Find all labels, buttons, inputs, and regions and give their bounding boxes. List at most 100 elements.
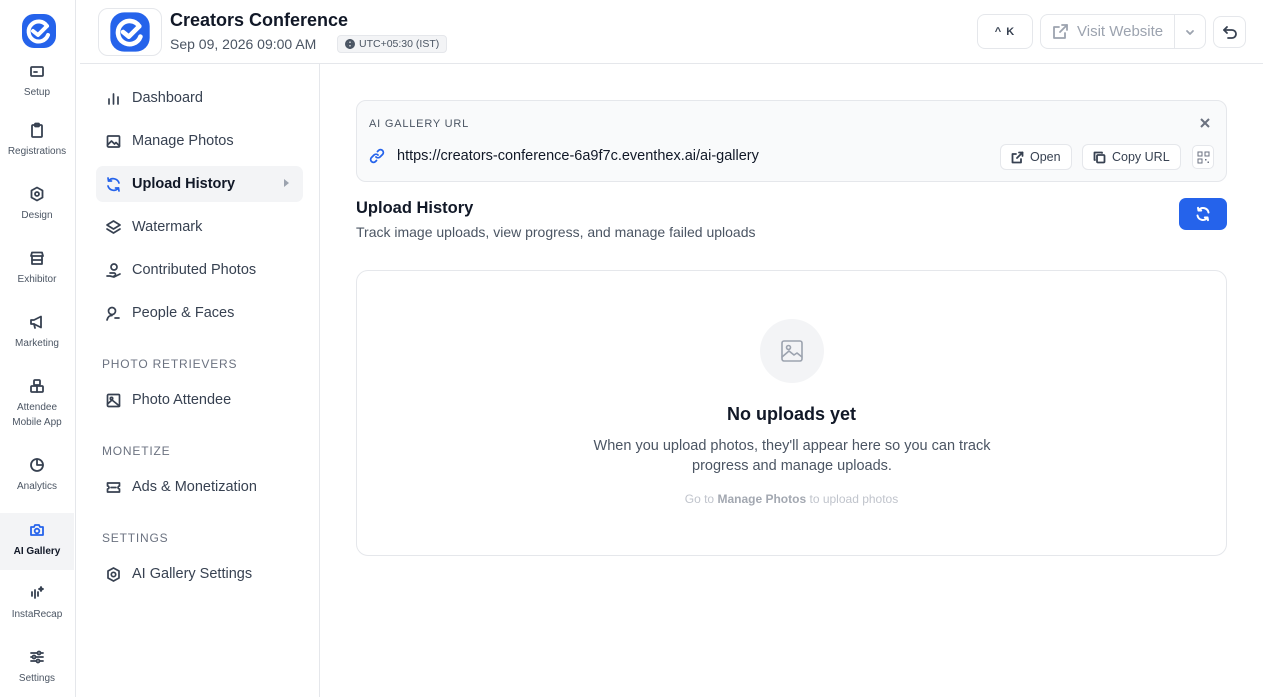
- copy-url-button[interactable]: Copy URL: [1082, 144, 1181, 170]
- gallery-sidebar: Dashboard Manage Photos Upload History W…: [80, 64, 320, 697]
- rail-label: Registrations: [7, 146, 67, 157]
- ticket-icon: [106, 481, 121, 493]
- link-icon: [369, 148, 385, 164]
- ai-gallery-url-card: AI GALLERY URL https://creators-conferen…: [356, 100, 1227, 182]
- open-url-button[interactable]: Open: [1000, 144, 1072, 170]
- app-logo-icon[interactable]: [20, 12, 58, 50]
- sidebar-item-label: AI Gallery Settings: [132, 566, 253, 582]
- undo-icon: [1222, 26, 1237, 39]
- command-palette-button[interactable]: ^ K: [977, 14, 1033, 49]
- visit-website-button[interactable]: Visit Website: [1041, 15, 1175, 48]
- sidebar-item-photo-attendee[interactable]: Photo Attendee: [96, 382, 303, 418]
- sidebar-item-people-faces[interactable]: People & Faces: [96, 295, 303, 331]
- rail-item-marketing[interactable]: Marketing: [0, 313, 74, 351]
- uploads-empty-state: No uploads yet When you upload photos, t…: [356, 270, 1227, 556]
- sidebar-item-watermark[interactable]: Watermark: [96, 209, 303, 245]
- copy-url-label: Copy URL: [1112, 150, 1170, 164]
- section-photo-retrievers: PHOTO RETRIEVERS: [102, 357, 238, 371]
- rail-label: InstaRecap: [11, 609, 63, 620]
- sidebar-item-label: Upload History: [132, 176, 236, 192]
- rail-label: Design: [21, 210, 53, 221]
- rail-item-design[interactable]: Design: [0, 185, 74, 223]
- timezone-badge: UTC+05:30 (IST): [337, 35, 448, 53]
- empty-state-description: When you upload photos, they'll appear h…: [593, 438, 991, 474]
- section-settings: SETTINGS: [102, 531, 169, 545]
- qr-code-button[interactable]: [1192, 145, 1214, 169]
- rail-label: Attendee Mobile App: [12, 402, 62, 428]
- rail-item-analytics[interactable]: Analytics: [0, 456, 74, 494]
- sidebar-item-label: People & Faces: [132, 305, 235, 321]
- visit-website-label: Visit Website: [1077, 23, 1164, 40]
- visit-website-dropdown[interactable]: [1175, 15, 1205, 48]
- top-header: Creators Conference Sep 09, 2026 09:00 A…: [80, 0, 1263, 64]
- hand-icon: [106, 262, 121, 278]
- sidebar-item-label: Manage Photos: [132, 133, 234, 149]
- sidebar-item-manage-photos[interactable]: Manage Photos: [96, 123, 303, 159]
- chevron-down-icon: [1186, 29, 1194, 35]
- undo-button[interactable]: [1213, 16, 1246, 48]
- refresh-icon: [1196, 206, 1210, 222]
- sidebar-item-contributed-photos[interactable]: Contributed Photos: [96, 252, 303, 288]
- gear-icon: [107, 566, 120, 582]
- image-icon: [106, 134, 121, 148]
- sidebar-item-label: Contributed Photos: [132, 262, 257, 278]
- empty-state-title: No uploads yet: [726, 404, 856, 424]
- copy-icon: [1093, 151, 1106, 163]
- close-icon[interactable]: [1196, 114, 1214, 132]
- sidebar-item-ads-monetization[interactable]: Ads & Monetization: [96, 469, 303, 505]
- globe-icon: [345, 39, 355, 49]
- event-title: Creators Conference: [170, 10, 349, 30]
- sliders-icon: [28, 648, 46, 666]
- empty-state-hint: Go to Manage Photos to upload photos: [684, 492, 899, 506]
- rail-item-registrations[interactable]: Registrations: [0, 121, 74, 159]
- rail-label: Analytics: [16, 481, 57, 492]
- rail-label: Exhibitor: [17, 274, 57, 285]
- rail-item-attendee-mobile-app[interactable]: Attendee Mobile App: [0, 377, 74, 430]
- refresh-button[interactable]: [1179, 198, 1227, 230]
- manage-photos-link[interactable]: Manage Photos: [717, 492, 806, 506]
- rail-label: Marketing: [15, 338, 59, 349]
- open-url-label: Open: [1030, 150, 1061, 164]
- rail-item-instarecap[interactable]: InstaRecap: [0, 584, 74, 622]
- bar-chart-icon: [108, 92, 119, 105]
- timezone-label: UTC+05:30 (IST): [359, 38, 440, 50]
- pie-chart-icon: [28, 456, 46, 474]
- sidebar-item-dashboard[interactable]: Dashboard: [96, 80, 303, 116]
- rail-item-ai-gallery[interactable]: AI Gallery: [0, 513, 74, 570]
- app-icon: [28, 377, 46, 395]
- section-monetize: MONETIZE: [102, 444, 171, 458]
- rail-label: Setup: [23, 87, 51, 98]
- caret-right-icon: [284, 179, 289, 187]
- gallery-url[interactable]: https://creators-conference-6a9f7c.event…: [397, 148, 759, 164]
- sidebar-item-label: Watermark: [132, 219, 203, 235]
- person-search-icon: [106, 306, 120, 321]
- rail-label: AI Gallery: [13, 546, 61, 557]
- qr-code-icon: [1197, 151, 1209, 163]
- rail-label: Settings: [18, 673, 56, 684]
- sidebar-item-upload-history[interactable]: Upload History: [96, 166, 303, 202]
- megaphone-icon: [28, 313, 46, 331]
- event-date: Sep 09, 2026 09:00 AM: [170, 36, 317, 52]
- design-icon: [28, 185, 46, 203]
- rail-item-settings[interactable]: Settings: [0, 648, 74, 686]
- store-icon: [28, 249, 46, 267]
- external-link-icon: [1053, 24, 1068, 39]
- ai-gallery-url-label: AI GALLERY URL: [369, 118, 470, 130]
- rail-item-setup[interactable]: Setup: [0, 62, 74, 100]
- sidebar-item-label: Dashboard: [132, 90, 203, 106]
- gallery-url-row: https://creators-conference-6a9f7c.event…: [369, 148, 759, 164]
- refresh-icon: [107, 176, 120, 192]
- camera-icon: [28, 521, 46, 539]
- image-frame-icon: [106, 393, 121, 407]
- setup-icon: [28, 62, 46, 80]
- sparkle-audio-icon: [28, 584, 46, 602]
- rail-item-exhibitor[interactable]: Exhibitor: [0, 249, 74, 287]
- page-subtitle: Track image uploads, view progress, and …: [356, 224, 756, 240]
- primary-rail: Setup Registrations Design Exhibitor Mar…: [0, 0, 76, 697]
- layers-icon: [106, 219, 121, 234]
- sidebar-item-ai-gallery-settings[interactable]: AI Gallery Settings: [96, 556, 303, 592]
- image-placeholder-icon: [760, 319, 824, 383]
- clipboard-icon: [28, 121, 46, 139]
- sidebar-item-label: Photo Attendee: [132, 392, 232, 408]
- visit-website-button-group: Visit Website: [1040, 14, 1206, 49]
